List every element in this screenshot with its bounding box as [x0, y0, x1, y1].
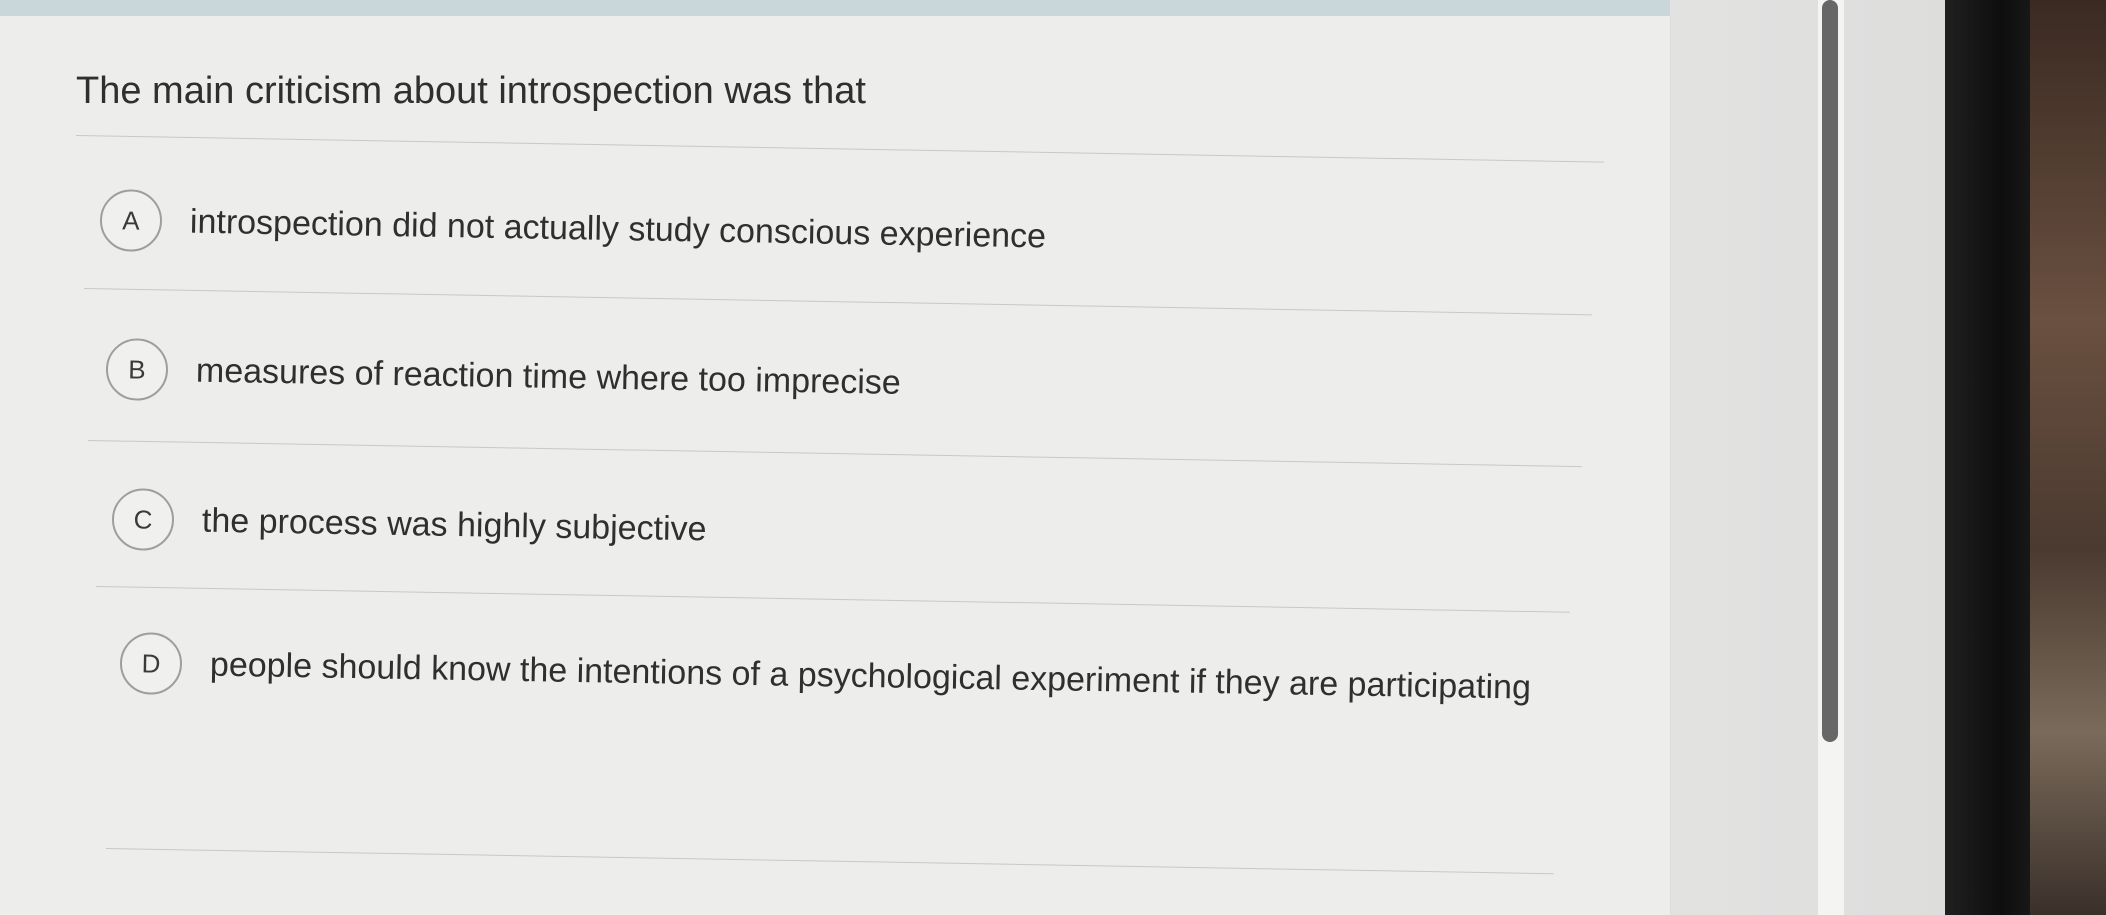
option-a-circle[interactable]: A: [99, 189, 163, 253]
option-d-circle[interactable]: D: [119, 632, 183, 696]
option-d-text[interactable]: people should know the intentions of a p…: [210, 645, 1532, 707]
question-panel: [0, 16, 1671, 915]
top-strip: [0, 0, 1670, 16]
option-b-text[interactable]: measures of reaction time where too impr…: [196, 351, 901, 402]
background-right: [2030, 0, 2106, 915]
monitor-bezel: [1945, 0, 2040, 915]
scrollbar-thumb[interactable]: [1822, 0, 1838, 742]
screen: The main criticism about introspection w…: [0, 0, 1990, 915]
option-b-circle[interactable]: B: [105, 338, 169, 402]
option-c[interactable]: C the process was highly subjective: [111, 488, 707, 560]
option-c-circle[interactable]: C: [111, 488, 175, 552]
option-c-text[interactable]: the process was highly subjective: [202, 501, 707, 549]
option-a-text[interactable]: introspection did not actually study con…: [190, 202, 1047, 256]
question-text: The main criticism about introspection w…: [76, 70, 866, 112]
